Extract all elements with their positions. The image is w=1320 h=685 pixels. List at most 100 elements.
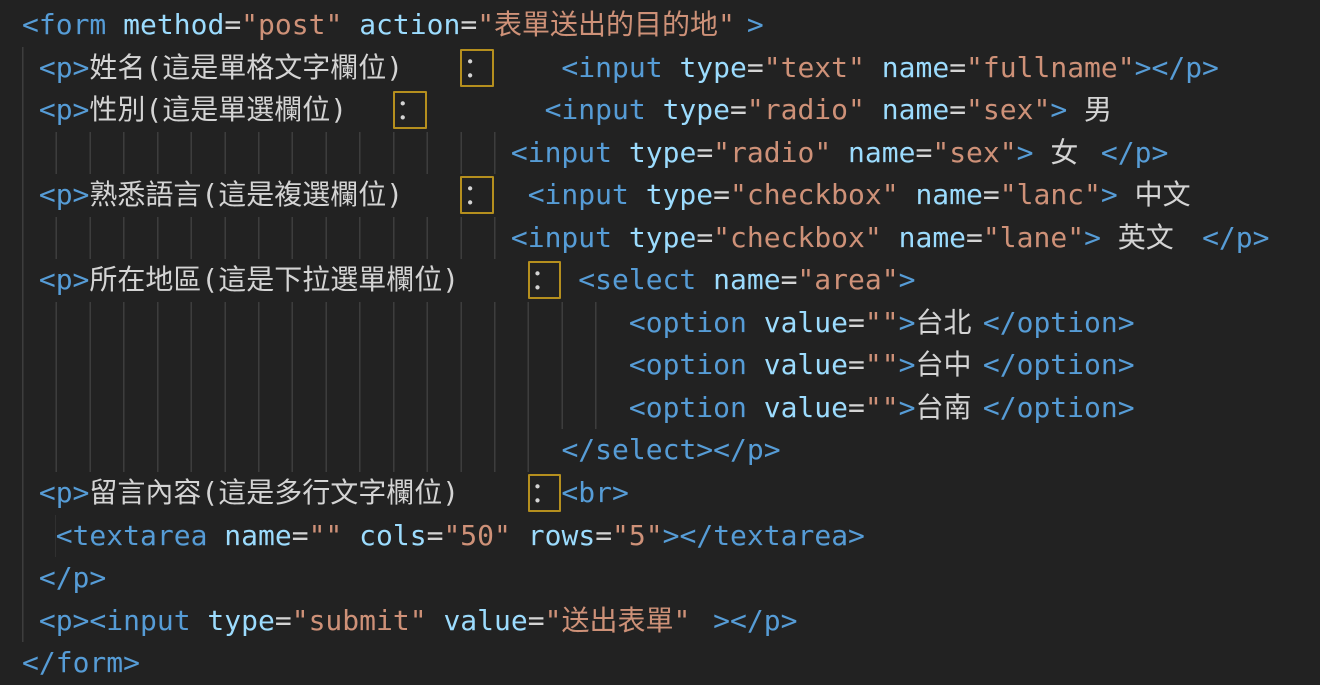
indent-guides (22, 89, 39, 132)
code-line[interactable]: </p> (22, 557, 1320, 600)
code-line[interactable]: <option value="">台中</option> (22, 344, 1320, 387)
code-token: 女 (1034, 132, 1101, 175)
code-token: <input (511, 136, 629, 169)
code-token: </p> (1101, 136, 1168, 169)
code-token: > (899, 263, 916, 296)
code-token: <p> (39, 178, 90, 211)
code-token: cols (359, 519, 426, 552)
code-token: "text" (764, 51, 865, 84)
code-token (831, 136, 848, 169)
code-token: <input (561, 51, 679, 84)
code-token: type (629, 136, 696, 169)
code-token: type (646, 178, 713, 211)
code-token: </p> (1202, 221, 1269, 254)
code-line[interactable]: <option value="">台北</option> (22, 302, 1320, 345)
code-token: > (1084, 221, 1101, 254)
code-token: ></p> (713, 604, 797, 637)
code-line[interactable]: <p>所在地區(這是下拉選單欄位)： <select name="area"> (22, 259, 1320, 302)
code-token: <p> (39, 476, 90, 509)
code-line[interactable]: <p>性別(這是單選欄位)： <input type="radio" name=… (22, 89, 1320, 132)
code-token: = (730, 93, 747, 126)
code-token: "sex" (932, 136, 1016, 169)
code-token: "checkbox" (730, 178, 899, 211)
code-token: <input (528, 178, 646, 211)
code-token: <p> (39, 263, 90, 296)
code-token (427, 93, 545, 126)
code-token: "表單送出的目的地" (477, 4, 747, 47)
indent-guides (22, 600, 39, 643)
unicode-highlight-box: ： (460, 49, 494, 87)
unicode-highlight-box: ： (460, 176, 494, 214)
code-token: = (848, 348, 865, 381)
code-token: </option> (983, 391, 1135, 424)
code-token: </option> (983, 348, 1135, 381)
unicode-highlight-box: ： (393, 91, 427, 129)
code-token: value (764, 391, 848, 424)
code-token: 留言內容(這是多行文字欄位) (89, 472, 527, 515)
code-line[interactable]: <textarea name="" cols="50" rows="5"></t… (22, 515, 1320, 558)
code-line[interactable]: <p>姓名(這是單格文字欄位)： <input type="text" name… (22, 47, 1320, 90)
code-line[interactable]: <input type="radio" name="sex"> 女 </p> (22, 132, 1320, 175)
code-token: "5" (612, 519, 663, 552)
code-token: 所在地區(這是下拉選單欄位) (89, 259, 527, 302)
indent-guides (22, 259, 39, 302)
code-token: name (882, 93, 949, 126)
code-line[interactable]: <p><input type="submit" value="送出表單"></p… (22, 600, 1320, 643)
indent-guides (22, 174, 39, 217)
code-token: > (1101, 178, 1118, 211)
code-token: "post" (241, 8, 342, 41)
code-token: > (899, 391, 916, 424)
code-token: <option (629, 348, 764, 381)
code-token: = (595, 519, 612, 552)
code-token: name (882, 51, 949, 84)
code-token (494, 51, 561, 84)
code-token: value (443, 604, 527, 637)
code-token: = (915, 136, 932, 169)
code-token: </p> (39, 561, 106, 594)
code-token: name (224, 519, 291, 552)
code-line[interactable]: </form> (22, 642, 1320, 685)
code-token: <form (22, 8, 123, 41)
code-token (494, 178, 528, 211)
code-token: 台北 (915, 302, 982, 345)
code-token: </form> (22, 646, 140, 679)
code-token: <textarea (56, 519, 225, 552)
code-token: "submit" (292, 604, 427, 637)
code-token: <input (545, 93, 663, 126)
code-token: type (679, 51, 746, 84)
code-token: <p><input (39, 604, 208, 637)
code-token (865, 93, 882, 126)
indent-guides (22, 387, 629, 430)
code-token: = (983, 178, 1000, 211)
code-token: name (713, 263, 780, 296)
code-token (882, 221, 899, 254)
code-line[interactable]: <form method="post" action="表單送出的目的地"> (22, 4, 1320, 47)
code-token: name (848, 136, 915, 169)
code-token: "lanc" (1000, 178, 1101, 211)
indent-guides (22, 557, 39, 600)
code-token: action (359, 8, 460, 41)
code-token: <select (578, 263, 713, 296)
code-token: = (966, 221, 983, 254)
code-token: 姓名(這是單格文字欄位) (89, 47, 460, 90)
code-token: "" (865, 391, 899, 424)
indent-guides (22, 515, 56, 558)
code-line[interactable]: <input type="checkbox" name="lane"> 英文 <… (22, 217, 1320, 260)
code-token (342, 8, 359, 41)
code-token: <br> (561, 476, 628, 509)
code-line[interactable]: <p>熟悉語言(這是複選欄位)： <input type="checkbox" … (22, 174, 1320, 217)
code-line[interactable]: <option value="">台南</option> (22, 387, 1320, 430)
code-token: 熟悉語言(這是複選欄位) (89, 174, 460, 217)
code-token: ></p> (1135, 51, 1219, 84)
code-line[interactable]: <p>留言內容(這是多行文字欄位)：<br> (22, 472, 1320, 515)
indent-guides (22, 47, 39, 90)
code-token: "fullname" (966, 51, 1135, 84)
code-token: = (848, 391, 865, 424)
code-line[interactable]: </select></p> (22, 429, 1320, 472)
code-token: </select></p> (561, 433, 780, 466)
code-token: = (224, 8, 241, 41)
code-token: "checkbox" (713, 221, 882, 254)
code-token: "radio" (747, 93, 865, 126)
code-token: value (764, 306, 848, 339)
code-token (561, 263, 578, 296)
